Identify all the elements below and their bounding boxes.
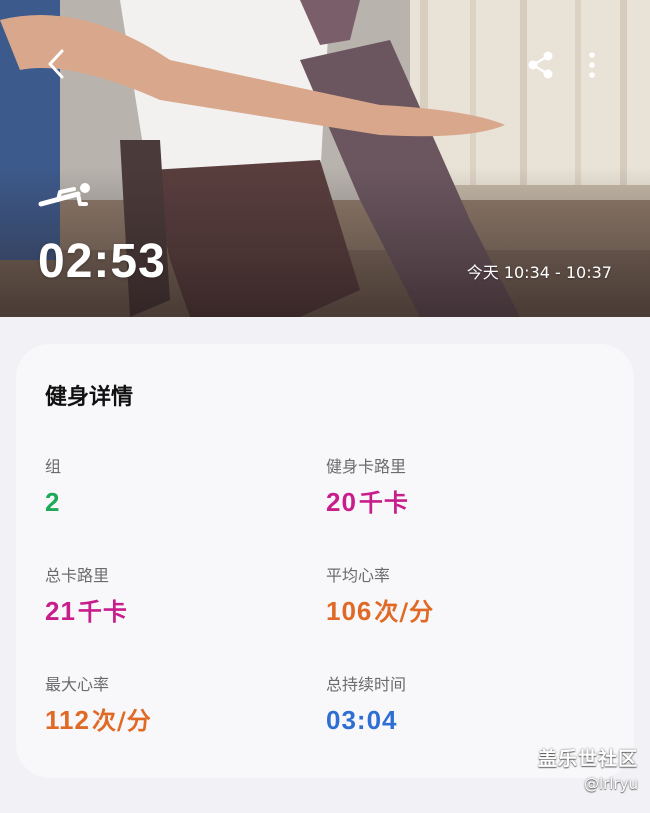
more-options-button[interactable] bbox=[576, 47, 608, 83]
stat-label: 最大心率 bbox=[45, 675, 110, 694]
stat-total-calories: 总卡路里 21千卡 bbox=[45, 565, 315, 628]
stat-number: 20 bbox=[326, 487, 357, 517]
stat-label: 总卡路里 bbox=[45, 566, 110, 585]
stat-unit: 次/分 bbox=[91, 707, 152, 735]
stat-number: 2 bbox=[45, 487, 61, 517]
back-arrow-icon bbox=[48, 49, 64, 79]
plank-exercise-icon bbox=[38, 183, 90, 207]
card-title: 健身详情 bbox=[45, 385, 134, 410]
stat-value: 106次/分 bbox=[326, 595, 596, 628]
stat-sets: 组 2 bbox=[45, 456, 315, 519]
stat-number: 106 bbox=[326, 596, 373, 626]
stat-total-duration: 总持续时间 03:04 bbox=[326, 674, 596, 737]
stat-label: 平均心率 bbox=[326, 566, 391, 585]
stat-value: 112次/分 bbox=[45, 704, 315, 737]
workout-time-range: 今天 10:34 - 10:37 bbox=[466, 263, 612, 282]
stat-unit: 千卡 bbox=[77, 598, 128, 626]
workout-details-card: 健身详情 组 2 健身卡路里 20千卡 总卡路里 21千卡 平均心率 106次/… bbox=[16, 344, 634, 778]
stat-unit: 千卡 bbox=[358, 489, 409, 517]
back-button[interactable] bbox=[38, 46, 74, 82]
stat-label: 总持续时间 bbox=[326, 675, 407, 694]
stat-label: 健身卡路里 bbox=[326, 457, 407, 476]
workout-cover-photo: 02:53 今天 10:34 - 10:37 bbox=[0, 0, 650, 317]
community-watermark: 盖乐世社区 @lrlryu bbox=[538, 747, 638, 794]
watermark-user: @lrlryu bbox=[583, 775, 638, 793]
stat-value: 21千卡 bbox=[45, 595, 315, 628]
stat-average-heart-rate: 平均心率 106次/分 bbox=[326, 565, 596, 628]
share-button[interactable] bbox=[523, 47, 559, 83]
stat-workout-calories: 健身卡路里 20千卡 bbox=[326, 456, 596, 519]
stat-unit: 次/分 bbox=[374, 598, 435, 626]
stat-number: 03:04 bbox=[326, 705, 398, 735]
watermark-title: 盖乐世社区 bbox=[537, 748, 638, 770]
workout-duration: 02:53 bbox=[38, 235, 166, 288]
stat-value: 20千卡 bbox=[326, 486, 596, 519]
stat-value: 03:04 bbox=[326, 704, 596, 737]
share-icon bbox=[528, 51, 553, 79]
stat-number: 112 bbox=[45, 705, 90, 735]
stat-label: 组 bbox=[45, 457, 62, 476]
stat-max-heart-rate: 最大心率 112次/分 bbox=[45, 674, 315, 737]
stat-value: 2 bbox=[45, 486, 315, 519]
stat-number: 21 bbox=[45, 596, 76, 626]
more-vertical-icon bbox=[589, 52, 595, 78]
